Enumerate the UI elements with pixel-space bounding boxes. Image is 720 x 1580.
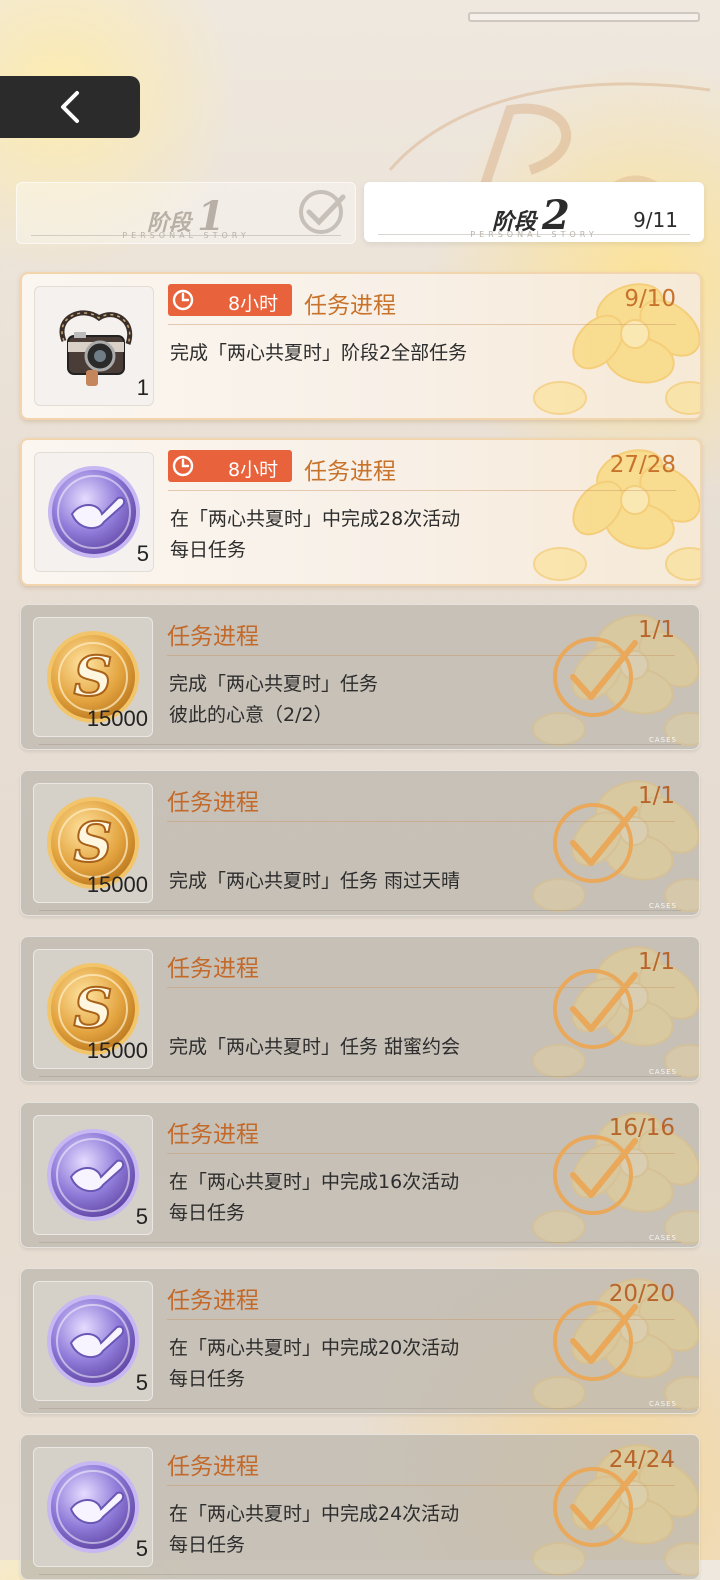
task-card[interactable]: S 15000 任务进程 1/1 完成「两心共夏时」任务 雨过天晴 CASES [20, 770, 700, 916]
timer-text: 8小时 [228, 459, 279, 481]
task-card[interactable]: 1 8小时 任务进程 9/10 完成「两心共夏时」阶段2全部任务 [20, 272, 702, 420]
task-description: 完成「两心共夏时」阶段2全部任务 [170, 338, 640, 369]
task-progress: 27/28 [609, 452, 676, 478]
tab-subtitle: PERSONAL STORY [470, 230, 598, 239]
completed-check-icon [553, 1135, 638, 1215]
card-footer-line [39, 744, 681, 745]
back-button[interactable] [0, 76, 140, 138]
task-description-line: 每日任务 [170, 539, 247, 561]
reward-item[interactable]: 1 [34, 286, 154, 406]
task-card[interactable]: 5 任务进程 24/24 在「两心共夏时」中完成24次活动 每日任务 [20, 1434, 700, 1580]
card-footer-tag: CASES [649, 902, 677, 910]
reward-item[interactable]: S 15000 [33, 617, 153, 737]
task-card[interactable]: 5 8小时 任务进程 27/28 在「两心共夏时」中完成28次活动 每日任务 [20, 438, 702, 586]
svg-text:S: S [74, 644, 113, 708]
reward-quantity: 5 [135, 1370, 148, 1395]
task-card[interactable]: S 15000 任务进程 1/1 完成「两心共夏时」任务 甜蜜约会 CASES [20, 936, 700, 1082]
completed-check-icon [553, 803, 638, 883]
reward-item[interactable]: 5 [34, 452, 154, 572]
task-title: 任务进程 [167, 1122, 259, 1148]
reward-item[interactable]: S 15000 [33, 783, 153, 903]
purple-token-icon [48, 466, 140, 558]
reward-quantity: 5 [135, 1536, 148, 1561]
status-bar-indicator [468, 12, 700, 22]
task-title: 任务进程 [167, 1288, 259, 1314]
card-footer-tag: CASES [649, 1234, 677, 1242]
chevron-left-icon [61, 91, 79, 123]
reward-quantity: 1 [136, 375, 149, 400]
svg-text:S: S [74, 976, 113, 1040]
task-progress: 9/10 [624, 286, 676, 312]
reward-item[interactable]: 5 [33, 1447, 153, 1567]
card-footer-line [39, 1574, 681, 1575]
task-title: 任务进程 [167, 1454, 259, 1480]
clock-icon [172, 289, 194, 311]
completed-check-icon [553, 969, 638, 1049]
reward-item[interactable]: 5 [33, 1281, 153, 1401]
task-progress: 1/1 [637, 949, 675, 975]
reward-item[interactable]: S 15000 [33, 949, 153, 1069]
purple-token-icon [47, 1129, 139, 1221]
timer-badge: 8小时 [168, 284, 292, 316]
stage-progress-count: 9/11 [633, 208, 678, 232]
reward-quantity: 15000 [86, 706, 148, 731]
card-footer-tag: CASES [649, 736, 677, 744]
card-footer-line [39, 910, 681, 911]
task-progress: 1/1 [637, 617, 675, 643]
task-title: 任务进程 [167, 956, 259, 982]
tab-subtitle: PERSONAL STORY [122, 231, 250, 240]
card-footer-line [39, 1242, 681, 1243]
timer-badge: 8小时 [168, 450, 292, 482]
task-description: 在「两心共夏时」中完成28次活动 每日任务 [170, 504, 640, 566]
completed-check-icon [553, 1467, 638, 1547]
reward-quantity: 15000 [86, 872, 148, 897]
task-card[interactable]: 5 任务进程 20/20 在「两心共夏时」中完成20次活动 每日任务 CASES [20, 1268, 700, 1414]
purple-token-icon [47, 1461, 139, 1553]
card-footer-line [39, 1408, 681, 1409]
purple-token-icon [47, 1295, 139, 1387]
svg-text:S: S [74, 810, 113, 874]
task-divider [168, 324, 676, 325]
task-title: 任务进程 [304, 293, 396, 319]
task-title: 任务进程 [304, 459, 396, 485]
reward-item[interactable]: 5 [33, 1115, 153, 1235]
reward-quantity: 15000 [86, 1038, 148, 1063]
task-title: 任务进程 [167, 790, 259, 816]
task-progress: 1/1 [637, 783, 675, 809]
task-description-line: 在「两心共夏时」中完成28次活动 [170, 508, 461, 530]
reward-quantity: 5 [135, 1204, 148, 1229]
tab-stage-1[interactable]: 阶段 1 PERSONAL STORY [16, 182, 356, 244]
camera-icon [59, 310, 133, 386]
check-icon [299, 190, 346, 234]
task-divider [168, 490, 676, 491]
task-description-line: 完成「两心共夏时」阶段2全部任务 [170, 342, 468, 364]
card-footer-tag: CASES [649, 1400, 677, 1408]
reward-quantity: 5 [136, 541, 149, 566]
task-title: 任务进程 [167, 624, 259, 650]
completed-check-icon [553, 1301, 638, 1381]
card-footer-line [39, 1076, 681, 1077]
task-card[interactable]: 5 任务进程 16/16 在「两心共夏时」中完成16次活动 每日任务 CASES [20, 1102, 700, 1248]
card-footer-tag: CASES [649, 1068, 677, 1076]
task-card[interactable]: S 15000 任务进程 1/1 完成「两心共夏时」任务 彼此的心意（2/2） CA… [20, 604, 700, 750]
clock-icon [172, 455, 194, 477]
timer-text: 8小时 [228, 293, 279, 315]
tab-stage-2[interactable]: 阶段 2 9/11 PERSONAL STORY [364, 182, 704, 242]
completed-check-icon [553, 637, 638, 717]
